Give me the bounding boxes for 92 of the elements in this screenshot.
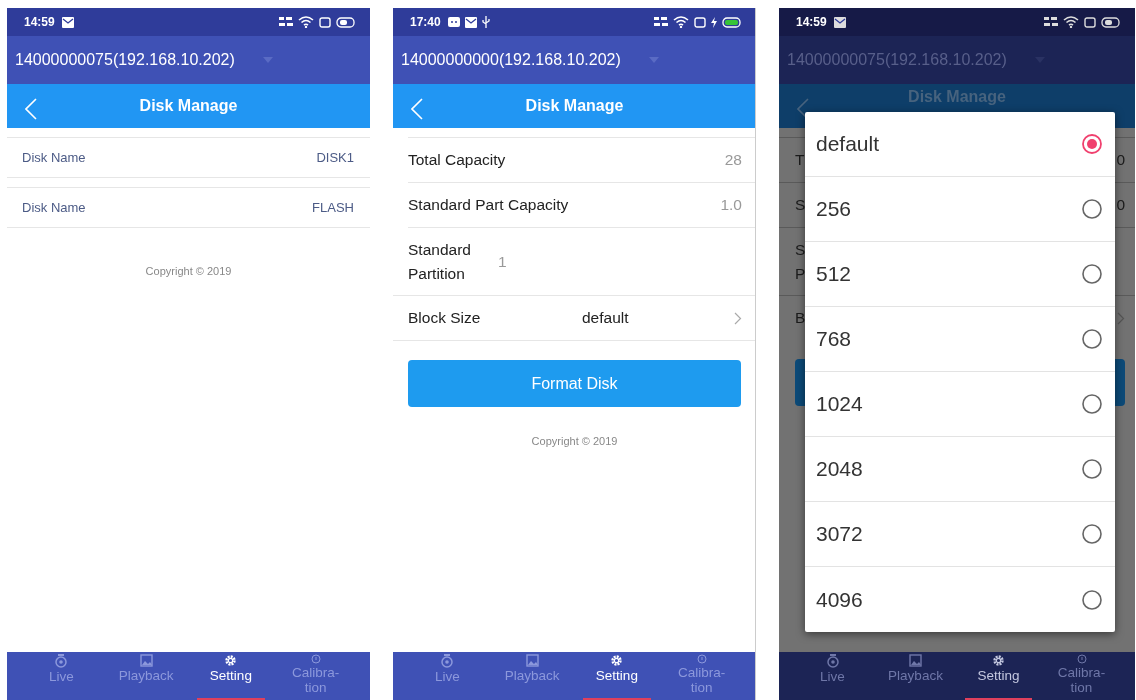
radio-icon[interactable] (1081, 328, 1103, 350)
gear-icon (224, 654, 238, 667)
dropdown-caret-icon (648, 57, 659, 63)
option-row[interactable]: default (805, 112, 1115, 177)
dropdown-caret-icon (262, 57, 273, 63)
row-label: Block Size (408, 309, 482, 327)
picture-icon (525, 654, 539, 667)
nav-tab[interactable]: Playback (874, 654, 957, 700)
usb-icon (481, 16, 490, 28)
row-label: T (795, 151, 805, 169)
nav-tab[interactable]: Setting (957, 654, 1040, 700)
row-value: 1.0 (720, 196, 742, 214)
radio-icon[interactable] (1081, 458, 1103, 480)
back-icon[interactable] (797, 98, 809, 120)
option-label: 1024 (816, 392, 863, 416)
option-label: 256 (816, 197, 852, 221)
nav-tab[interactable]: Calibra-tion (1040, 654, 1123, 700)
battery-icon (722, 16, 742, 28)
radio-icon[interactable] (1081, 523, 1103, 545)
row-value: 28 (724, 151, 742, 169)
screen-icon (1084, 16, 1096, 28)
camera-icon (826, 654, 839, 668)
row-value: DISK1 (316, 150, 354, 165)
option-row[interactable]: 4096 (805, 567, 1115, 632)
status-time: 14:59 (24, 15, 55, 29)
chevron-right-icon (734, 311, 742, 325)
row-value: FLASH (312, 200, 354, 215)
radio-selected-icon[interactable] (1081, 133, 1103, 155)
row-label: S (795, 196, 806, 214)
mail-icon (833, 16, 846, 28)
radio-icon[interactable] (1081, 588, 1103, 611)
row-value: 0 (1116, 196, 1125, 214)
wifi-icon (673, 16, 689, 28)
camera-icon (55, 654, 68, 668)
row-label: Total Capacity (408, 151, 507, 169)
camera-icon (441, 654, 454, 668)
info-icon (696, 654, 707, 664)
nav-tab[interactable]: Setting (574, 654, 660, 700)
mail-icon (464, 16, 477, 28)
option-label: 768 (816, 327, 852, 351)
message-icon (447, 17, 460, 27)
device-selector[interactable]: 14000000000(192.168.10.202) (401, 51, 621, 69)
row-value: default (582, 309, 630, 327)
mail-icon (61, 16, 74, 28)
wifi-icon (298, 16, 314, 28)
page-title: Disk Manage (525, 97, 624, 115)
radio-icon[interactable] (1081, 263, 1103, 285)
option-label: 2048 (816, 457, 863, 481)
screen-icon (694, 16, 706, 28)
page-title: Disk Manage (908, 88, 1006, 106)
copyright-text: Copyright © 2019 (145, 265, 232, 277)
row-label: B (795, 309, 806, 327)
row-value: 0 (1116, 151, 1125, 169)
option-row[interactable]: 512 (805, 242, 1115, 307)
charging-icon (711, 16, 717, 28)
status-time: 14:59 (796, 15, 827, 29)
screen-icon (319, 16, 331, 28)
option-label: default (816, 132, 880, 156)
device-selector[interactable]: 14000000075(192.168.10.202) (15, 51, 235, 69)
battery-icon (336, 16, 356, 28)
gear-icon (610, 654, 624, 667)
option-label: 512 (816, 262, 852, 286)
row-label: S (795, 239, 806, 260)
option-row[interactable]: 3072 (805, 502, 1115, 567)
status-time: 17:40 (410, 15, 441, 29)
list-row[interactable]: Disk Name FLASH (7, 187, 370, 228)
radio-icon[interactable] (1081, 198, 1103, 220)
option-row[interactable]: 256 (805, 177, 1115, 242)
row-label: Standard Part Capacity (408, 196, 570, 214)
option-row[interactable]: 2048 (805, 437, 1115, 502)
row-label: Standard Partition (408, 239, 472, 284)
option-row[interactable]: 768 (805, 307, 1115, 372)
row-label: P (795, 263, 806, 284)
nav-tab[interactable]: Setting (188, 654, 274, 700)
row-label: Disk Name (22, 150, 86, 165)
row-label: Disk Name (22, 200, 86, 215)
option-label: 3072 (816, 522, 863, 546)
battery-icon (1101, 16, 1121, 28)
list-row[interactable]: Block Size default (393, 295, 756, 341)
radio-icon[interactable] (1081, 393, 1103, 415)
info-icon (310, 654, 321, 664)
info-icon (1076, 654, 1087, 664)
page-title: Disk Manage (139, 97, 238, 115)
wifi-icon (1063, 16, 1079, 28)
option-row[interactable]: 1024 (805, 372, 1115, 437)
picture-icon (139, 654, 153, 667)
list-row[interactable]: Disk Name DISK1 (7, 137, 370, 178)
picture-icon (909, 654, 922, 667)
option-label: 4096 (816, 587, 863, 612)
copyright-text: Copyright © 2019 (531, 435, 618, 447)
row-value: 1 (498, 252, 507, 271)
gear-icon (992, 654, 1005, 667)
